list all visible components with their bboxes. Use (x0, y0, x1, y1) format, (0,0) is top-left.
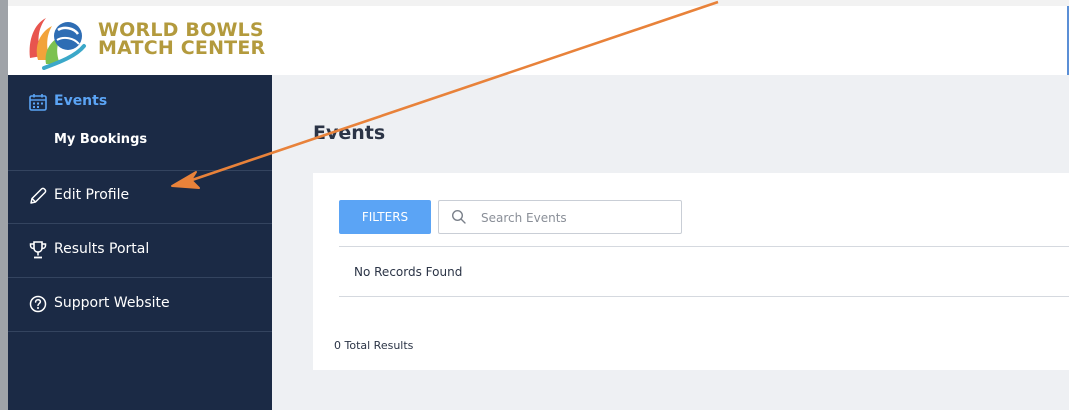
filters-button[interactable]: FILTERS (339, 200, 431, 234)
question-circle-icon (28, 294, 48, 314)
calendar-icon[interactable] (28, 92, 48, 112)
divider (339, 246, 1069, 247)
divider (339, 296, 1069, 297)
sidebar-item-edit-profile[interactable]: Edit Profile (8, 170, 272, 224)
empty-state-message: No Records Found (354, 265, 463, 279)
total-results-count: 0 Total Results (334, 339, 414, 352)
search-icon (451, 209, 467, 225)
pencil-icon (28, 186, 48, 206)
main-content: Events FILTERS No Records Found 0 Total … (272, 75, 1069, 410)
trophy-icon (28, 240, 48, 260)
sidebar-item-events[interactable]: Events (54, 93, 107, 109)
sidebar-item-my-bookings[interactable]: My Bookings (54, 132, 147, 147)
search-input[interactable] (479, 206, 679, 230)
window-left-edge (0, 0, 8, 410)
sidebar-item-label: Edit Profile (54, 187, 130, 203)
sidebar-item-label: Results Portal (54, 241, 150, 257)
sidebar: Events My Bookings Edit Profile Results … (8, 75, 272, 410)
brand-line-2: MATCH CENTER (98, 37, 266, 59)
app-header: WORLD BOWLS MATCH CENTER (8, 6, 1069, 75)
brand-name: WORLD BOWLS MATCH CENTER (98, 21, 266, 59)
search-box[interactable] (438, 200, 682, 234)
page-title: Events (313, 122, 386, 144)
events-panel: FILTERS No Records Found 0 Total Results (313, 173, 1069, 370)
world-bowls-logo-icon[interactable] (24, 10, 88, 70)
sidebar-item-results-portal[interactable]: Results Portal (8, 224, 272, 278)
sidebar-section-events: Events My Bookings (8, 75, 272, 171)
sidebar-item-label: Support Website (54, 295, 170, 311)
sidebar-item-support-website[interactable]: Support Website (8, 278, 272, 332)
